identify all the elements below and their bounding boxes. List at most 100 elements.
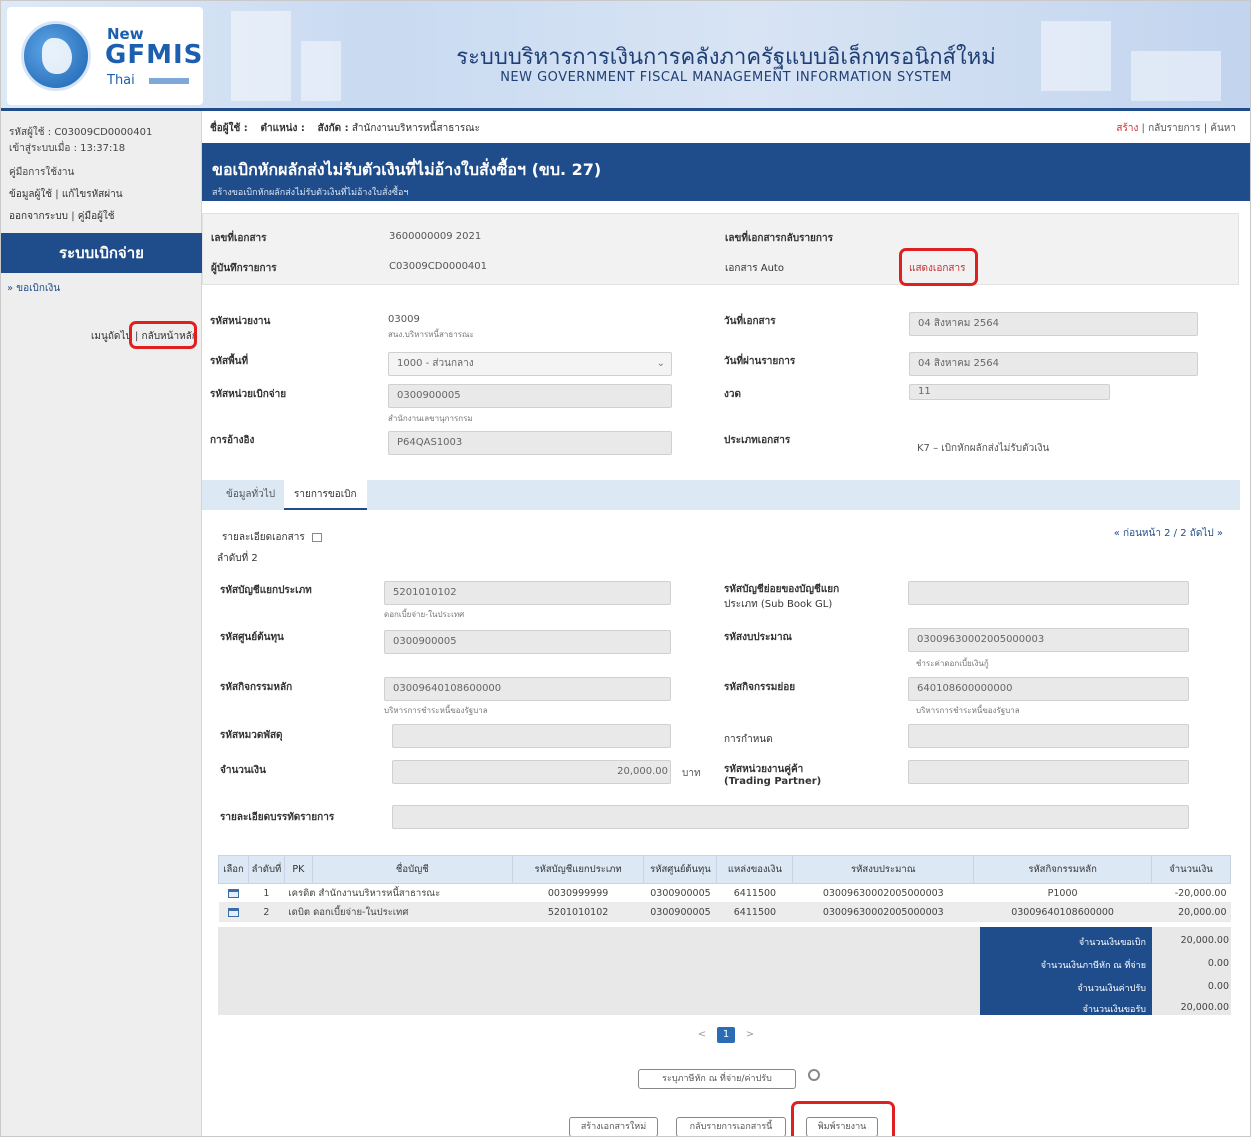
pager-next[interactable]: > bbox=[741, 1027, 759, 1043]
trading-partner-label-2: (Trading Partner) bbox=[724, 776, 822, 787]
table-row[interactable]: 1 เครดิต สำนักงานบริหารหนี้สาธารณะ 00309… bbox=[218, 883, 1231, 903]
system-title-thai: ระบบบริหารการเงินการคลังภาครัฐแบบอิเล็กท… bbox=[456, 45, 996, 70]
row-cost-center: 0300900005 bbox=[643, 883, 717, 903]
post-date-label: วันที่ผ่านรายการ bbox=[724, 356, 796, 367]
logo-thai-text: Thai bbox=[107, 73, 135, 88]
post-date-field[interactable]: 04 สิงหาคม 2564 bbox=[909, 352, 1198, 376]
subgl-field[interactable] bbox=[908, 581, 1189, 605]
main-activity-label: รหัสกิจกรรมหลัก bbox=[220, 682, 293, 693]
trading-partner-label-1: รหัสหน่วยงานคู่ค้า bbox=[724, 764, 804, 775]
cost-center-field[interactable]: 0300900005 bbox=[384, 630, 671, 654]
item-number: ลำดับที่ 2 bbox=[217, 553, 258, 564]
col-no: ลำดับที่ bbox=[247, 855, 285, 884]
row-select[interactable] bbox=[218, 883, 249, 903]
pager-current[interactable]: 1 bbox=[717, 1027, 735, 1043]
summary-net-label: จำนวนเงินขอรับ bbox=[1082, 1005, 1146, 1015]
sidebar-item-request-disbursement[interactable]: » ขอเบิกเงิน bbox=[7, 281, 60, 296]
items-table: เลือก ลำดับที่ PK ชื่อบัญชี รหัสบัญชีแยก… bbox=[218, 855, 1232, 922]
list-toggle-icon[interactable] bbox=[311, 532, 322, 542]
col-activity: รหัสกิจกรรมหลัก bbox=[973, 855, 1152, 884]
designation-label: การกำหนด bbox=[724, 734, 773, 745]
line-desc-field[interactable] bbox=[392, 805, 1189, 829]
folder-icon[interactable] bbox=[227, 888, 239, 898]
document-header: เลขที่เอกสาร 3600000009 2021 ผู้บันทึกรา… bbox=[202, 213, 1239, 285]
status-check-icon bbox=[808, 1069, 820, 1081]
summary-fine-value: 0.00 bbox=[1207, 981, 1229, 992]
folder-icon[interactable] bbox=[227, 907, 239, 917]
logout-link[interactable]: ออกจากระบบ bbox=[9, 211, 68, 222]
summary-requested-label: จำนวนเงินขอเบิก bbox=[1078, 938, 1146, 948]
col-pk: PK bbox=[283, 855, 313, 884]
reference-field[interactable]: P64QAS1003 bbox=[388, 431, 672, 455]
system-title-english: NEW GOVERNMENT FISCAL MANAGEMENT INFORMA… bbox=[500, 70, 952, 85]
row-account-cell: เดบิต ดอกเบี้ยจ่าย-ในประเทศ bbox=[284, 902, 513, 922]
detail-section-header: รายละเอียดเอกสาร bbox=[222, 530, 322, 545]
sidebar-manual-link[interactable]: คู่มือการใช้งาน bbox=[9, 165, 74, 180]
sub-activity-field[interactable]: 640108600000000 bbox=[908, 677, 1189, 701]
reverse-document-button[interactable]: กลับรายการเอกสารนี้ bbox=[676, 1117, 786, 1136]
col-account: ชื่อบัญชี bbox=[311, 855, 513, 884]
gl-field[interactable]: 5201010102 bbox=[384, 581, 671, 605]
col-gl: รหัสบัญชีแยกประเภท bbox=[511, 855, 645, 884]
sidebar-account-links: ข้อมูลผู้ใช้ | แก้ไขรหัสผ่าน bbox=[9, 189, 123, 200]
row-amount: 20,000.00 bbox=[1151, 902, 1231, 922]
search-link[interactable]: ค้นหา bbox=[1210, 123, 1236, 134]
summary-wht-label: จำนวนเงินภาษีหัก ณ ที่จ่าย bbox=[1040, 961, 1146, 971]
col-select: เลือก bbox=[218, 855, 249, 884]
table-row[interactable]: 2 เดบิต ดอกเบี้ยจ่าย-ในประเทศ 5201010102… bbox=[218, 902, 1231, 922]
budget-field[interactable]: 03009630002005000003 bbox=[908, 628, 1189, 652]
area-select-value: 1000 - ส่วนกลาง bbox=[397, 358, 474, 369]
sidebar: รหัสผู้ใช้ : C03009CD0000401 เข้าสู่ระบบ… bbox=[1, 111, 202, 1136]
disb-unit-name: สำนักงานเลขานุการกรม bbox=[388, 414, 473, 423]
col-budget: รหัสงบประมาณ bbox=[792, 855, 975, 884]
app-window: New GFMIS Thai ระบบบริหารการเงินการคลังภ… bbox=[0, 0, 1251, 1137]
doc-no-label: เลขที่เอกสาร bbox=[211, 233, 267, 244]
row-cost-center: 0300900005 bbox=[643, 902, 717, 922]
sub-activity-name: บริหารการชำระหนี้ของรัฐบาล bbox=[916, 706, 1020, 715]
wht-fine-button[interactable]: ระบุภาษีหัก ณ ที่จ่าย/ค่าปรับ bbox=[638, 1069, 796, 1089]
tab-request-items[interactable]: รายการขอเบิก bbox=[284, 480, 367, 510]
user-manual-link[interactable]: คู่มือผู้ใช้ bbox=[78, 211, 115, 222]
asset-field[interactable] bbox=[392, 724, 671, 748]
row-no: 2 bbox=[248, 902, 285, 922]
tab-general-info[interactable]: ข้อมูลทั่วไป bbox=[216, 480, 285, 510]
trading-partner-field[interactable] bbox=[908, 760, 1189, 784]
gl-label: รหัสบัญชีแยกประเภท bbox=[220, 585, 312, 596]
highlight-box-show-doc bbox=[899, 248, 978, 286]
main-activity-field[interactable]: 03009640108600000 bbox=[384, 677, 671, 701]
summary-net-value: 20,000.00 bbox=[1180, 1002, 1229, 1013]
row-budget: 03009630002005000003 bbox=[792, 902, 974, 922]
summary-label-column: จำนวนเงินขอเบิก จำนวนเงินภาษีหัก ณ ที่จ่… bbox=[980, 927, 1152, 1015]
row-fund: 6411500 bbox=[716, 883, 793, 903]
row-select[interactable] bbox=[218, 902, 249, 922]
pager-prev[interactable]: < bbox=[693, 1027, 711, 1043]
sub-activity-label: รหัสกิจกรรมย่อย bbox=[724, 682, 796, 693]
amount-label: จำนวนเงิน bbox=[220, 765, 266, 776]
row-amount: -20,000.00 bbox=[1151, 883, 1231, 903]
create-link[interactable]: สร้าง bbox=[1116, 123, 1138, 134]
budget-label: รหัสงบประมาณ bbox=[724, 632, 792, 643]
change-password-link[interactable]: แก้ไขรหัสผ่าน bbox=[62, 189, 123, 200]
budget-name: ชำระค่าดอกเบี้ยเงินกู้ bbox=[916, 659, 989, 668]
designation-field[interactable] bbox=[908, 724, 1189, 748]
item-pager[interactable]: « ก่อนหน้า 2 / 2 ถัดไป » bbox=[1114, 526, 1223, 541]
reverse-list-link[interactable]: กลับรายการ bbox=[1148, 123, 1200, 134]
doc-no-value: 3600000009 2021 bbox=[389, 231, 482, 242]
row-fund: 6411500 bbox=[716, 902, 793, 922]
period-label: งวด bbox=[724, 389, 741, 400]
area-select[interactable]: 1000 - ส่วนกลาง ⌄ bbox=[388, 352, 672, 376]
amount-unit: บาท bbox=[682, 768, 701, 779]
user-topbar: ชื่อผู้ใช้ : ตำแหน่ง : สังกัด : สำนักงาน… bbox=[202, 111, 1250, 143]
summary-wht-value: 0.00 bbox=[1207, 958, 1229, 969]
next-menu-link[interactable]: เมนูถัดไป bbox=[91, 331, 132, 342]
doc-date-field[interactable]: 04 สิงหาคม 2564 bbox=[909, 312, 1198, 336]
amount-field[interactable]: 20,000.00 bbox=[392, 760, 671, 784]
new-document-button[interactable]: สร้างเอกสารใหม่ bbox=[569, 1117, 658, 1136]
user-info-link[interactable]: ข้อมูลผู้ใช้ bbox=[9, 189, 52, 200]
user-label: ชื่อผู้ใช้ : bbox=[210, 123, 248, 134]
affiliation-label: สังกัด : bbox=[317, 123, 349, 134]
period-field[interactable]: 11 bbox=[909, 384, 1110, 400]
disb-unit-field[interactable]: 0300900005 bbox=[388, 384, 672, 408]
sidebar-login-time: เข้าสู่ระบบเมื่อ : 13:37:18 bbox=[9, 143, 126, 154]
highlight-box-home bbox=[129, 321, 197, 349]
